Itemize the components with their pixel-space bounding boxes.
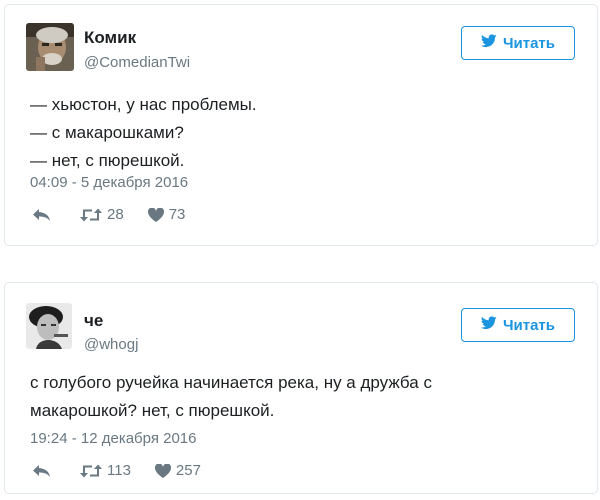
retweet-count: 113 xyxy=(107,462,131,479)
tweet-text-line: — хьюстон, у нас проблемы. xyxy=(30,95,257,114)
heart-icon xyxy=(154,463,171,478)
reply-button[interactable] xyxy=(32,208,52,222)
tweet-text-line: — нет, с пюрешкой. xyxy=(30,151,185,170)
reply-button[interactable] xyxy=(32,464,52,478)
retweet-count: 28 xyxy=(107,206,124,223)
follow-label: Читать xyxy=(502,316,556,334)
tweet-text: — хьюстон, у нас проблемы. — с макарошка… xyxy=(30,91,577,175)
follow-label: Читать xyxy=(502,34,556,52)
retweet-button[interactable]: 113 xyxy=(80,462,131,479)
avatar[interactable] xyxy=(26,303,72,349)
like-count: 73 xyxy=(168,206,186,223)
follow-button[interactable]: Читать xyxy=(461,26,575,60)
retweet-icon xyxy=(80,208,102,221)
like-button[interactable]: 257 xyxy=(154,462,201,479)
tweet-actions: 28 73 xyxy=(32,206,185,223)
user-name[interactable]: Комик xyxy=(84,28,136,48)
tweet-text-line: с голубого ручейка начинается река, ну а… xyxy=(30,373,432,392)
heart-icon xyxy=(147,207,164,222)
avatar[interactable] xyxy=(26,23,74,71)
retweet-button[interactable]: 28 xyxy=(80,206,124,223)
follow-button[interactable]: Читать xyxy=(461,308,575,342)
tweet-timestamp[interactable]: 04:09 - 5 декабря 2016 xyxy=(30,174,188,191)
like-button[interactable]: 73 xyxy=(147,206,186,223)
reply-arrow-icon xyxy=(33,464,50,477)
retweet-icon xyxy=(80,464,102,477)
tweet-text-line: — с макарошками? xyxy=(30,123,184,142)
tweet-actions: 113 257 xyxy=(32,462,201,479)
user-handle[interactable]: @whogj xyxy=(84,336,138,353)
user-name[interactable]: че xyxy=(84,311,103,331)
tweet-text: с голубого ручейка начинается река, ну а… xyxy=(30,369,577,425)
tweet-timestamp[interactable]: 19:24 - 12 декабря 2016 xyxy=(30,430,196,447)
twitter-bird-icon xyxy=(480,316,497,334)
tweet-card: че @whogj Читать с голубого ручейка начи… xyxy=(4,282,598,494)
reply-arrow-icon xyxy=(33,208,50,221)
user-handle[interactable]: @ComedianTwi xyxy=(84,54,190,71)
tweet-card: Комик @ComedianTwi Читать — хьюстон, у н… xyxy=(4,4,598,246)
twitter-bird-icon xyxy=(480,34,497,52)
like-count: 257 xyxy=(175,462,201,479)
tweet-text-line: макарошкой? нет, с пюрешкой. xyxy=(30,401,275,420)
